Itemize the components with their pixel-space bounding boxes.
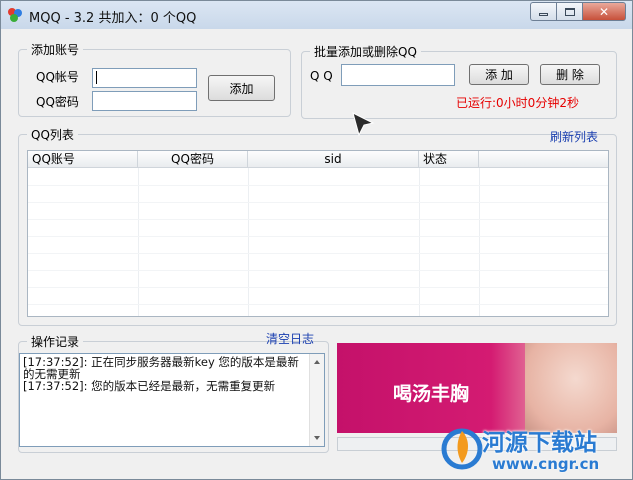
qq-account-label: QQ帐号: [36, 70, 79, 84]
add-account-legend: 添加账号: [31, 43, 80, 57]
grid-line: [419, 168, 420, 316]
grid-line: [248, 168, 249, 316]
grid-line: [479, 168, 480, 316]
close-icon: ✕: [598, 4, 610, 19]
log-textarea[interactable]: [17:37:52]: 正在同步服务器最新key 您的版本是最新的无需更新 [1…: [19, 353, 325, 447]
grid-line: [28, 185, 608, 186]
grid-line: [28, 236, 608, 237]
refresh-list-link[interactable]: 刷新列表: [550, 128, 598, 145]
window-title: MQQ - 3.2 共加入：0 个QQ: [29, 11, 197, 26]
column-header-sid[interactable]: sid: [248, 151, 419, 168]
grid-line: [28, 219, 608, 220]
grid-line: [28, 202, 608, 203]
grid-line: [28, 287, 608, 288]
grid-line: [28, 304, 608, 305]
scroll-up-icon[interactable]: [314, 360, 320, 364]
app-window: MQQ - 3.2 共加入：0 个QQ ✕ 添加账号 QQ帐号 QQ密码 添加 …: [0, 0, 633, 480]
minimize-icon: [539, 13, 548, 16]
grid-line: [28, 270, 608, 271]
watermark: 河源下载站 www.cngr.cn: [432, 419, 632, 479]
scroll-down-icon[interactable]: [314, 436, 320, 440]
maximize-icon: [564, 7, 575, 16]
clear-log-link[interactable]: 清空日志: [266, 330, 314, 347]
column-header-qq-password[interactable]: QQ密码: [138, 151, 248, 168]
watermark-text: 河源下载站: [482, 430, 597, 456]
batch-qq-input[interactable]: [341, 64, 455, 86]
add-account-button[interactable]: 添加: [208, 75, 275, 101]
log-line: [17:37:52]: 您的版本已经是最新，无需重复更新: [23, 379, 276, 393]
qq-password-label: QQ密码: [36, 95, 79, 109]
log-legend: 操作记录: [31, 335, 80, 349]
text-caret: [96, 71, 97, 84]
batch-add-button[interactable]: 添 加: [469, 64, 529, 85]
qq-list-table[interactable]: QQ账号 QQ密码 sid 状态: [27, 150, 609, 317]
close-button[interactable]: ✕: [582, 2, 626, 21]
column-header-status[interactable]: 状态: [419, 151, 479, 168]
column-header-qq-account[interactable]: QQ账号: [28, 151, 138, 168]
batch-qq-label: Q Q: [310, 69, 333, 83]
log-line: [17:37:52]: 正在同步服务器最新key 您的版本是最新的无需更新: [23, 355, 299, 381]
qq-password-input[interactable]: [92, 91, 197, 111]
batch-delete-button[interactable]: 删 除: [540, 64, 600, 85]
column-header-filler: [479, 151, 608, 168]
app-icon: [8, 8, 22, 22]
grid-line: [138, 168, 139, 316]
qq-account-input[interactable]: [92, 68, 197, 88]
grid-line: [28, 253, 608, 254]
ad-text: 喝汤丰胸: [393, 383, 470, 405]
mouse-cursor-icon: [352, 112, 375, 137]
log-scrollbar[interactable]: [309, 354, 324, 446]
maximize-button[interactable]: [556, 2, 582, 21]
watermark-logo-icon: [441, 428, 483, 470]
watermark-url: www.cngr.cn: [492, 455, 600, 473]
qq-list-legend: QQ列表: [31, 128, 74, 142]
window-controls: ✕: [530, 2, 626, 21]
runtime-status: 已运行:0小时0分钟2秒: [456, 96, 579, 110]
batch-legend: 批量添加或删除QQ: [314, 45, 417, 59]
title-bar[interactable]: MQQ - 3.2 共加入：0 个QQ ✕: [1, 1, 632, 29]
minimize-button[interactable]: [530, 2, 556, 21]
